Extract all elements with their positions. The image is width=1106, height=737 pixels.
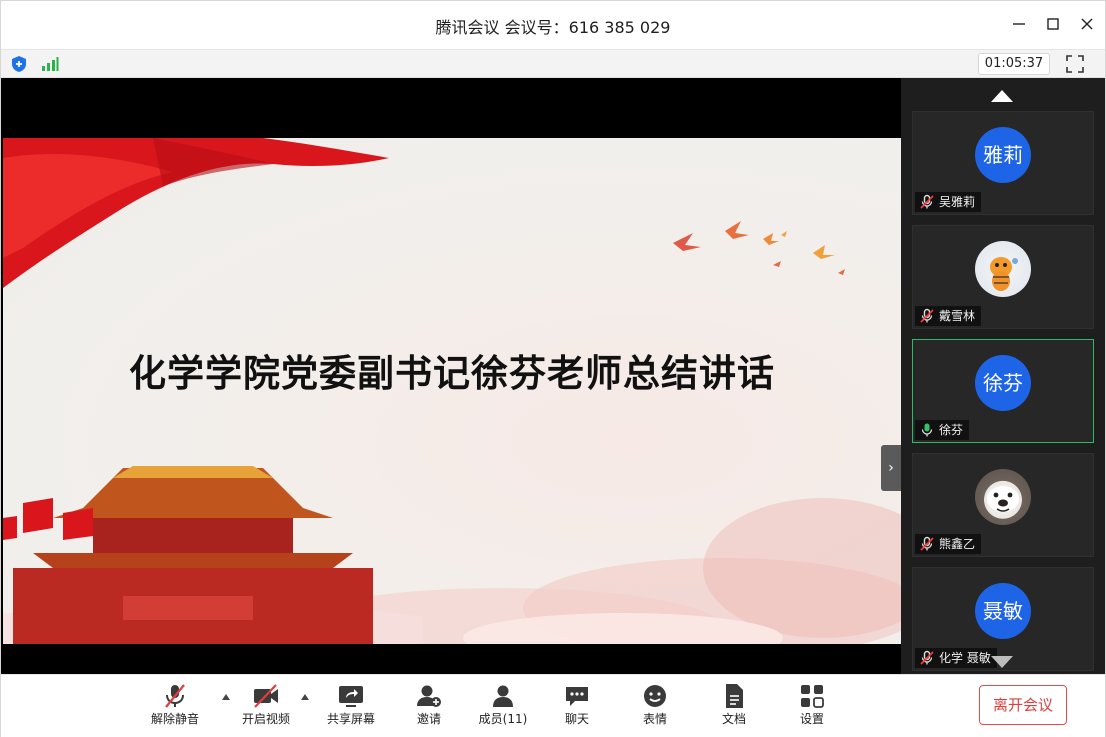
chat-bubble-icon (566, 687, 588, 706)
meeting-toolbar: 解除静音 开启视频 共享屏幕 邀请 成员(11) 聊天 表情 文档 设置 离开会… (1, 674, 1105, 737)
maximize-button[interactable] (1042, 13, 1064, 35)
settings-label: 设置 (799, 712, 824, 726)
reactions-button[interactable]: 表情 (620, 683, 690, 733)
leave-meeting-button[interactable]: 离开会议 (979, 685, 1067, 725)
reactions-label: 表情 (642, 712, 667, 726)
close-button[interactable] (1076, 13, 1098, 35)
invite-label: 邀请 (416, 712, 441, 726)
participant-tile[interactable]: 戴雪林 (912, 225, 1094, 329)
mic-muted-icon (920, 194, 934, 209)
collapse-sidebar-button[interactable]: › (881, 445, 901, 491)
video-off-icon (254, 684, 278, 708)
avatar: 徐芬 (975, 355, 1031, 411)
participant-tile[interactable]: 徐芬 徐芬 (912, 339, 1094, 443)
bear-avatar-icon (987, 486, 1019, 512)
meeting-timer: 01:05:37 (978, 53, 1050, 75)
mic-muted-icon (165, 684, 185, 708)
tiananmen-gate-image (3, 466, 423, 644)
grid-settings-icon (801, 685, 824, 708)
participant-name: 熊鑫乙 (939, 537, 976, 551)
tiger-avatar-icon (990, 257, 1018, 291)
meeting-window: 腾讯会议 会议号：616 385 029 01:05:37 化学学院党委副书记徐… (0, 0, 1106, 737)
scroll-down-icon[interactable] (990, 654, 1014, 670)
participant-name-bar: 戴雪林 (915, 306, 982, 326)
window-title: 腾讯会议 会议号：616 385 029 (435, 18, 671, 37)
avatar: 雅莉 (975, 127, 1031, 183)
participant-name-bar: 熊鑫乙 (915, 534, 982, 554)
invite-user-icon (417, 685, 441, 707)
mic-muted-icon (920, 308, 934, 323)
chevron-right-icon: › (888, 460, 894, 476)
docs-label: 文档 (721, 712, 746, 726)
red-flag-decoration (3, 138, 389, 288)
settings-button[interactable]: 设置 (777, 683, 847, 733)
slide-title: 化学学院党委副书记徐芬老师总结讲话 (129, 352, 775, 395)
minimize-icon (1013, 23, 1025, 25)
status-bar: 01:05:37 (1, 49, 1105, 78)
participant-name-bar: 化学 聂敏 (915, 648, 997, 668)
start-video-button[interactable]: 开启视频 (231, 683, 301, 733)
share-screen-label: 共享屏幕 (326, 712, 375, 726)
birds-decoration (673, 221, 845, 275)
members-icon (493, 685, 513, 707)
smiley-icon (644, 685, 666, 707)
members-label: 成员(11) (478, 712, 528, 726)
mic-on-icon (921, 423, 933, 437)
chat-label: 聊天 (564, 712, 589, 726)
shared-screen-area: 化学学院党委副书记徐芬老师总结讲话 › (1, 78, 901, 674)
participant-name: 化学 聂敏 (939, 651, 991, 665)
scroll-up-icon[interactable] (990, 88, 1014, 104)
participant-name: 戴雪林 (939, 309, 976, 323)
participant-name: 徐芬 (939, 423, 964, 437)
members-button[interactable]: 成员(11) (468, 683, 538, 733)
chat-button[interactable]: 聊天 (542, 683, 612, 733)
participant-video-list[interactable]: 雅莉 吴雅莉 戴雪林 徐芬 徐芬 熊鑫乙 聂敏 化学 聂敏 (901, 78, 1105, 674)
unmute-label: 解除静音 (150, 712, 199, 726)
audio-options-caret-icon[interactable] (221, 693, 231, 701)
participant-tile[interactable]: 熊鑫乙 (912, 453, 1094, 557)
mic-muted-icon (920, 650, 934, 665)
unmute-button[interactable]: 解除静音 (140, 683, 210, 733)
mic-muted-icon (920, 536, 934, 551)
fullscreen-icon[interactable] (1065, 54, 1085, 74)
share-screen-icon (339, 686, 363, 707)
participant-name: 吴雅莉 (939, 195, 976, 209)
avatar: 聂敏 (975, 583, 1031, 639)
docs-button[interactable]: 文档 (699, 683, 769, 733)
participant-name-bar: 吴雅莉 (915, 192, 982, 212)
network-signal-icon[interactable] (41, 56, 59, 72)
maximize-icon (1047, 18, 1059, 30)
video-options-caret-icon[interactable] (300, 693, 310, 701)
share-screen-button[interactable]: 共享屏幕 (316, 683, 386, 733)
participant-tile[interactable]: 雅莉 吴雅莉 (912, 111, 1094, 215)
document-icon (726, 684, 743, 708)
presentation-slide: 化学学院党委副书记徐芬老师总结讲话 (3, 138, 901, 644)
title-bar: 腾讯会议 会议号：616 385 029 (1, 1, 1105, 49)
avatar (975, 241, 1031, 297)
start-video-label: 开启视频 (241, 712, 290, 726)
avatar (975, 469, 1031, 525)
security-shield-icon[interactable] (11, 55, 27, 73)
minimize-button[interactable] (1008, 13, 1030, 35)
invite-button[interactable]: 邀请 (394, 683, 464, 733)
participant-name-bar: 徐芬 (915, 420, 970, 440)
close-icon (1081, 18, 1093, 30)
